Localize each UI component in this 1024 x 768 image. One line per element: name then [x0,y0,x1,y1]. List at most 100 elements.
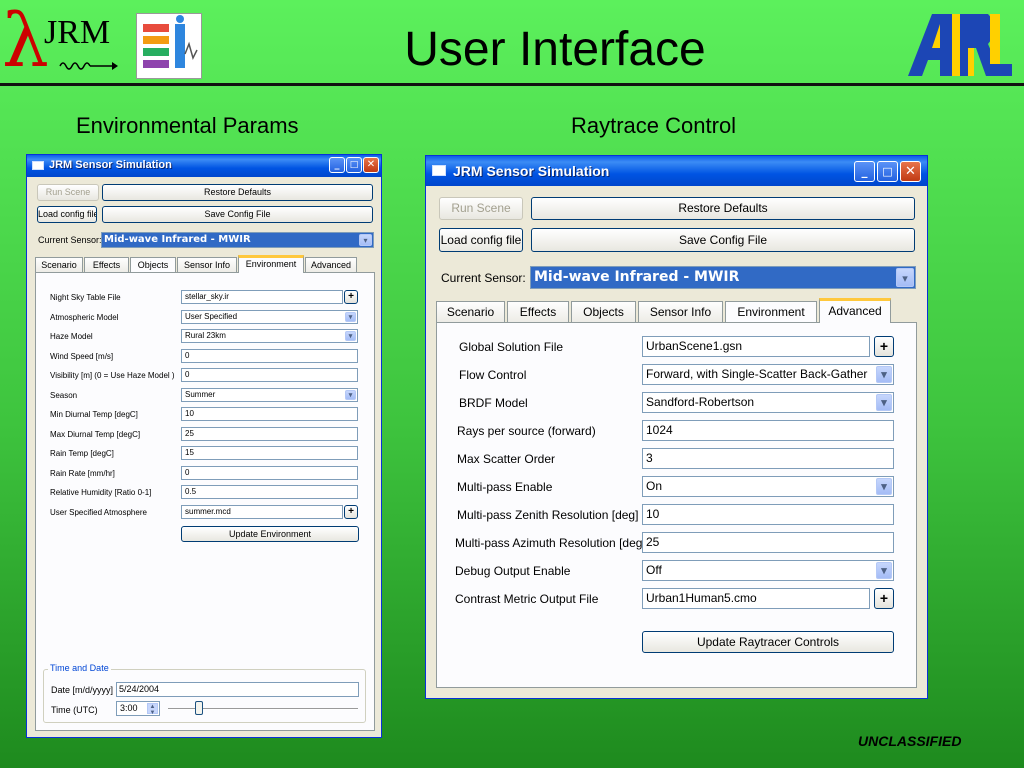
atmospheric-model-value: User Specified [185,311,238,321]
season-value: Summer [185,389,216,399]
field-label-season: Season [50,390,78,400]
max-scatter-order-field[interactable]: 3 [642,448,894,469]
multi-pass-azimuth-resolution-deg-field[interactable]: 25 [642,532,894,553]
tab-sensor-info[interactable]: Sensor Info [638,301,723,323]
restore-defaults-button[interactable]: Restore Defaults [102,184,373,201]
chevron-down-icon[interactable]: ▾ [345,311,356,322]
field-label-user-specified-atmosphere: User Specified Atmosphere [50,507,147,517]
multi-pass-zenith-resolution-deg-value: 10 [646,507,660,521]
slide-header: λ JRM User Interface [0,0,1024,85]
field-label-wind-speed-m-s: Wind Speed [m/s] [50,351,114,361]
tab-effects[interactable]: Effects [84,257,129,273]
left-app-window: JRM Sensor Simulation _ □ ✕ Run Scene Re… [26,154,382,738]
wind-speed-m-s-field[interactable]: 0 [181,348,358,363]
current-sensor-select[interactable]: Mid-wave Infrared - MWIR ▾ [101,232,374,248]
chevron-down-icon[interactable]: ▾ [359,234,372,246]
window-title: JRM Sensor Simulation [453,163,610,179]
haze-model-select[interactable]: Rural 23km ▾ [181,329,358,343]
load-config-button[interactable]: Load config file [37,206,97,223]
field-label-haze-model: Haze Model [50,332,93,341]
debug-output-enable-value: Off [646,563,662,577]
close-icon[interactable]: ✕ [363,157,379,173]
browse-plus-icon[interactable]: + [874,588,894,609]
maximize-icon[interactable]: □ [346,157,362,173]
debug-output-enable-select[interactable]: Off ▾ [642,560,894,581]
restore-defaults-button[interactable]: Restore Defaults [531,197,915,220]
min-diurnal-temp-degc-value: 10 [185,409,194,418]
tab-effects[interactable]: Effects [507,301,569,323]
chevron-down-icon[interactable]: ▾ [876,478,892,495]
close-icon[interactable]: ✕ [900,161,921,182]
tab-scenario[interactable]: Scenario [35,257,83,273]
night-sky-table-file-field[interactable]: stellar_sky.ir [181,290,343,304]
field-label-multi-pass-azimuth-resolution-deg: Multi-pass Azimuth Resolution [deg] [455,536,646,550]
tab-scenario[interactable]: Scenario [436,301,505,323]
field-label-contrast-metric-output-file: Contrast Metric Output File [455,592,599,606]
visibility-m-0-use-haze-model-field[interactable]: 0 [181,368,358,382]
tab-environment[interactable]: Environment [725,301,817,323]
max-diurnal-temp-degc-field[interactable]: 25 [181,426,358,441]
field-label-rays-per-source-forward: Rays per source (forward) [457,424,596,438]
environment-tab-panel: Night Sky Table File stellar_sky.ir + Atmos… [35,272,375,731]
field-label-multi-pass-enable: Multi-pass Enable [457,480,553,494]
save-config-button[interactable]: Save Config File [102,206,373,223]
left-window-titlebar[interactable]: JRM Sensor Simulation _ □ ✕ [27,155,381,177]
minimize-icon[interactable]: _ [329,157,345,173]
tab-objects[interactable]: Objects [571,301,636,323]
save-config-button[interactable]: Save Config File [531,228,915,252]
brdf-model-select[interactable]: Sandford-Robertson ▾ [642,392,894,413]
update-environment-button[interactable]: Update Environment [181,526,359,542]
field-label-brdf-model: BRDF Model [459,396,528,410]
date-field[interactable]: 5/24/2004 [116,682,359,697]
flow-control-select[interactable]: Forward, with Single-Scatter Back-Gather… [642,364,894,385]
user-specified-atmosphere-value: summer.mcd [185,506,231,516]
field-label-max-scatter-order: Max Scatter Order [457,452,556,466]
time-spinbox[interactable]: 3:00 ▲ ▼ [116,701,160,716]
tab-advanced[interactable]: Advanced [305,257,357,273]
tab-advanced[interactable]: Advanced [819,298,891,323]
browse-plus-icon[interactable]: + [344,504,358,519]
window-app-icon [432,165,446,176]
min-diurnal-temp-degc-field[interactable]: 10 [181,407,358,421]
browse-plus-icon[interactable]: + [344,290,358,304]
current-sensor-select[interactable]: Mid-wave Infrared - MWIR ▾ [530,266,916,289]
field-label-atmospheric-model: Atmospheric Model [50,312,119,322]
multi-pass-zenith-resolution-deg-field[interactable]: 10 [642,504,894,525]
field-label-rain-rate-mm-hr: Rain Rate [mm/hr] [50,468,115,478]
user-specified-atmosphere-field[interactable]: summer.mcd [181,504,343,519]
chevron-down-icon[interactable]: ▾ [345,389,356,400]
browse-plus-icon[interactable]: + [874,336,894,357]
multi-pass-enable-select[interactable]: On ▾ [642,476,894,497]
field-label-min-diurnal-temp-degc: Min Diurnal Temp [degC] [50,410,138,419]
field-label-night-sky-table-file: Night Sky Table File [50,293,121,302]
minimize-icon[interactable]: _ [854,161,875,182]
update-raytracer-button[interactable]: Update Raytracer Controls [642,631,894,653]
rain-rate-mm-hr-field[interactable]: 0 [181,465,358,480]
maximize-icon[interactable]: □ [877,161,898,182]
atmospheric-model-select[interactable]: User Specified ▾ [181,309,358,324]
season-select[interactable]: Summer ▾ [181,387,358,402]
haze-model-value: Rural 23km [185,331,226,340]
tab-objects[interactable]: Objects [130,257,176,273]
load-config-button[interactable]: Load config file [439,228,523,252]
tab-sensor-info[interactable]: Sensor Info [177,257,237,273]
chevron-down-icon[interactable]: ▾ [876,366,892,383]
run-scene-button[interactable]: Run Scene [37,184,99,201]
chevron-down-icon[interactable]: ▾ [345,331,356,341]
spin-arrows-icon[interactable]: ▲ ▼ [147,703,158,716]
rain-temp-degc-field[interactable]: 15 [181,446,358,460]
chevron-down-icon[interactable]: ▾ [896,268,914,287]
rays-per-source-forward-field[interactable]: 1024 [642,420,894,441]
relative-humidity-ratio-0-1-field[interactable]: 0.5 [181,485,358,499]
contrast-metric-output-file-field[interactable]: Urban1Human5.cmo [642,588,870,609]
right-window-titlebar[interactable]: JRM Sensor Simulation _ □ ✕ [426,156,927,186]
field-label-relative-humidity-ratio-0-1: Relative Humidity [Ratio 0-1] [50,488,152,497]
chevron-down-icon[interactable]: ▾ [876,394,892,411]
run-scene-button[interactable]: Run Scene [439,197,523,220]
time-slider-thumb[interactable] [194,701,203,715]
global-solution-file-field[interactable]: UrbanScene1.gsn [642,336,870,357]
chevron-down-icon[interactable]: ▾ [876,562,892,579]
arl-logo [908,10,1012,78]
tab-environment[interactable]: Environment [238,255,304,273]
relative-humidity-ratio-0-1-value: 0.5 [185,487,197,496]
